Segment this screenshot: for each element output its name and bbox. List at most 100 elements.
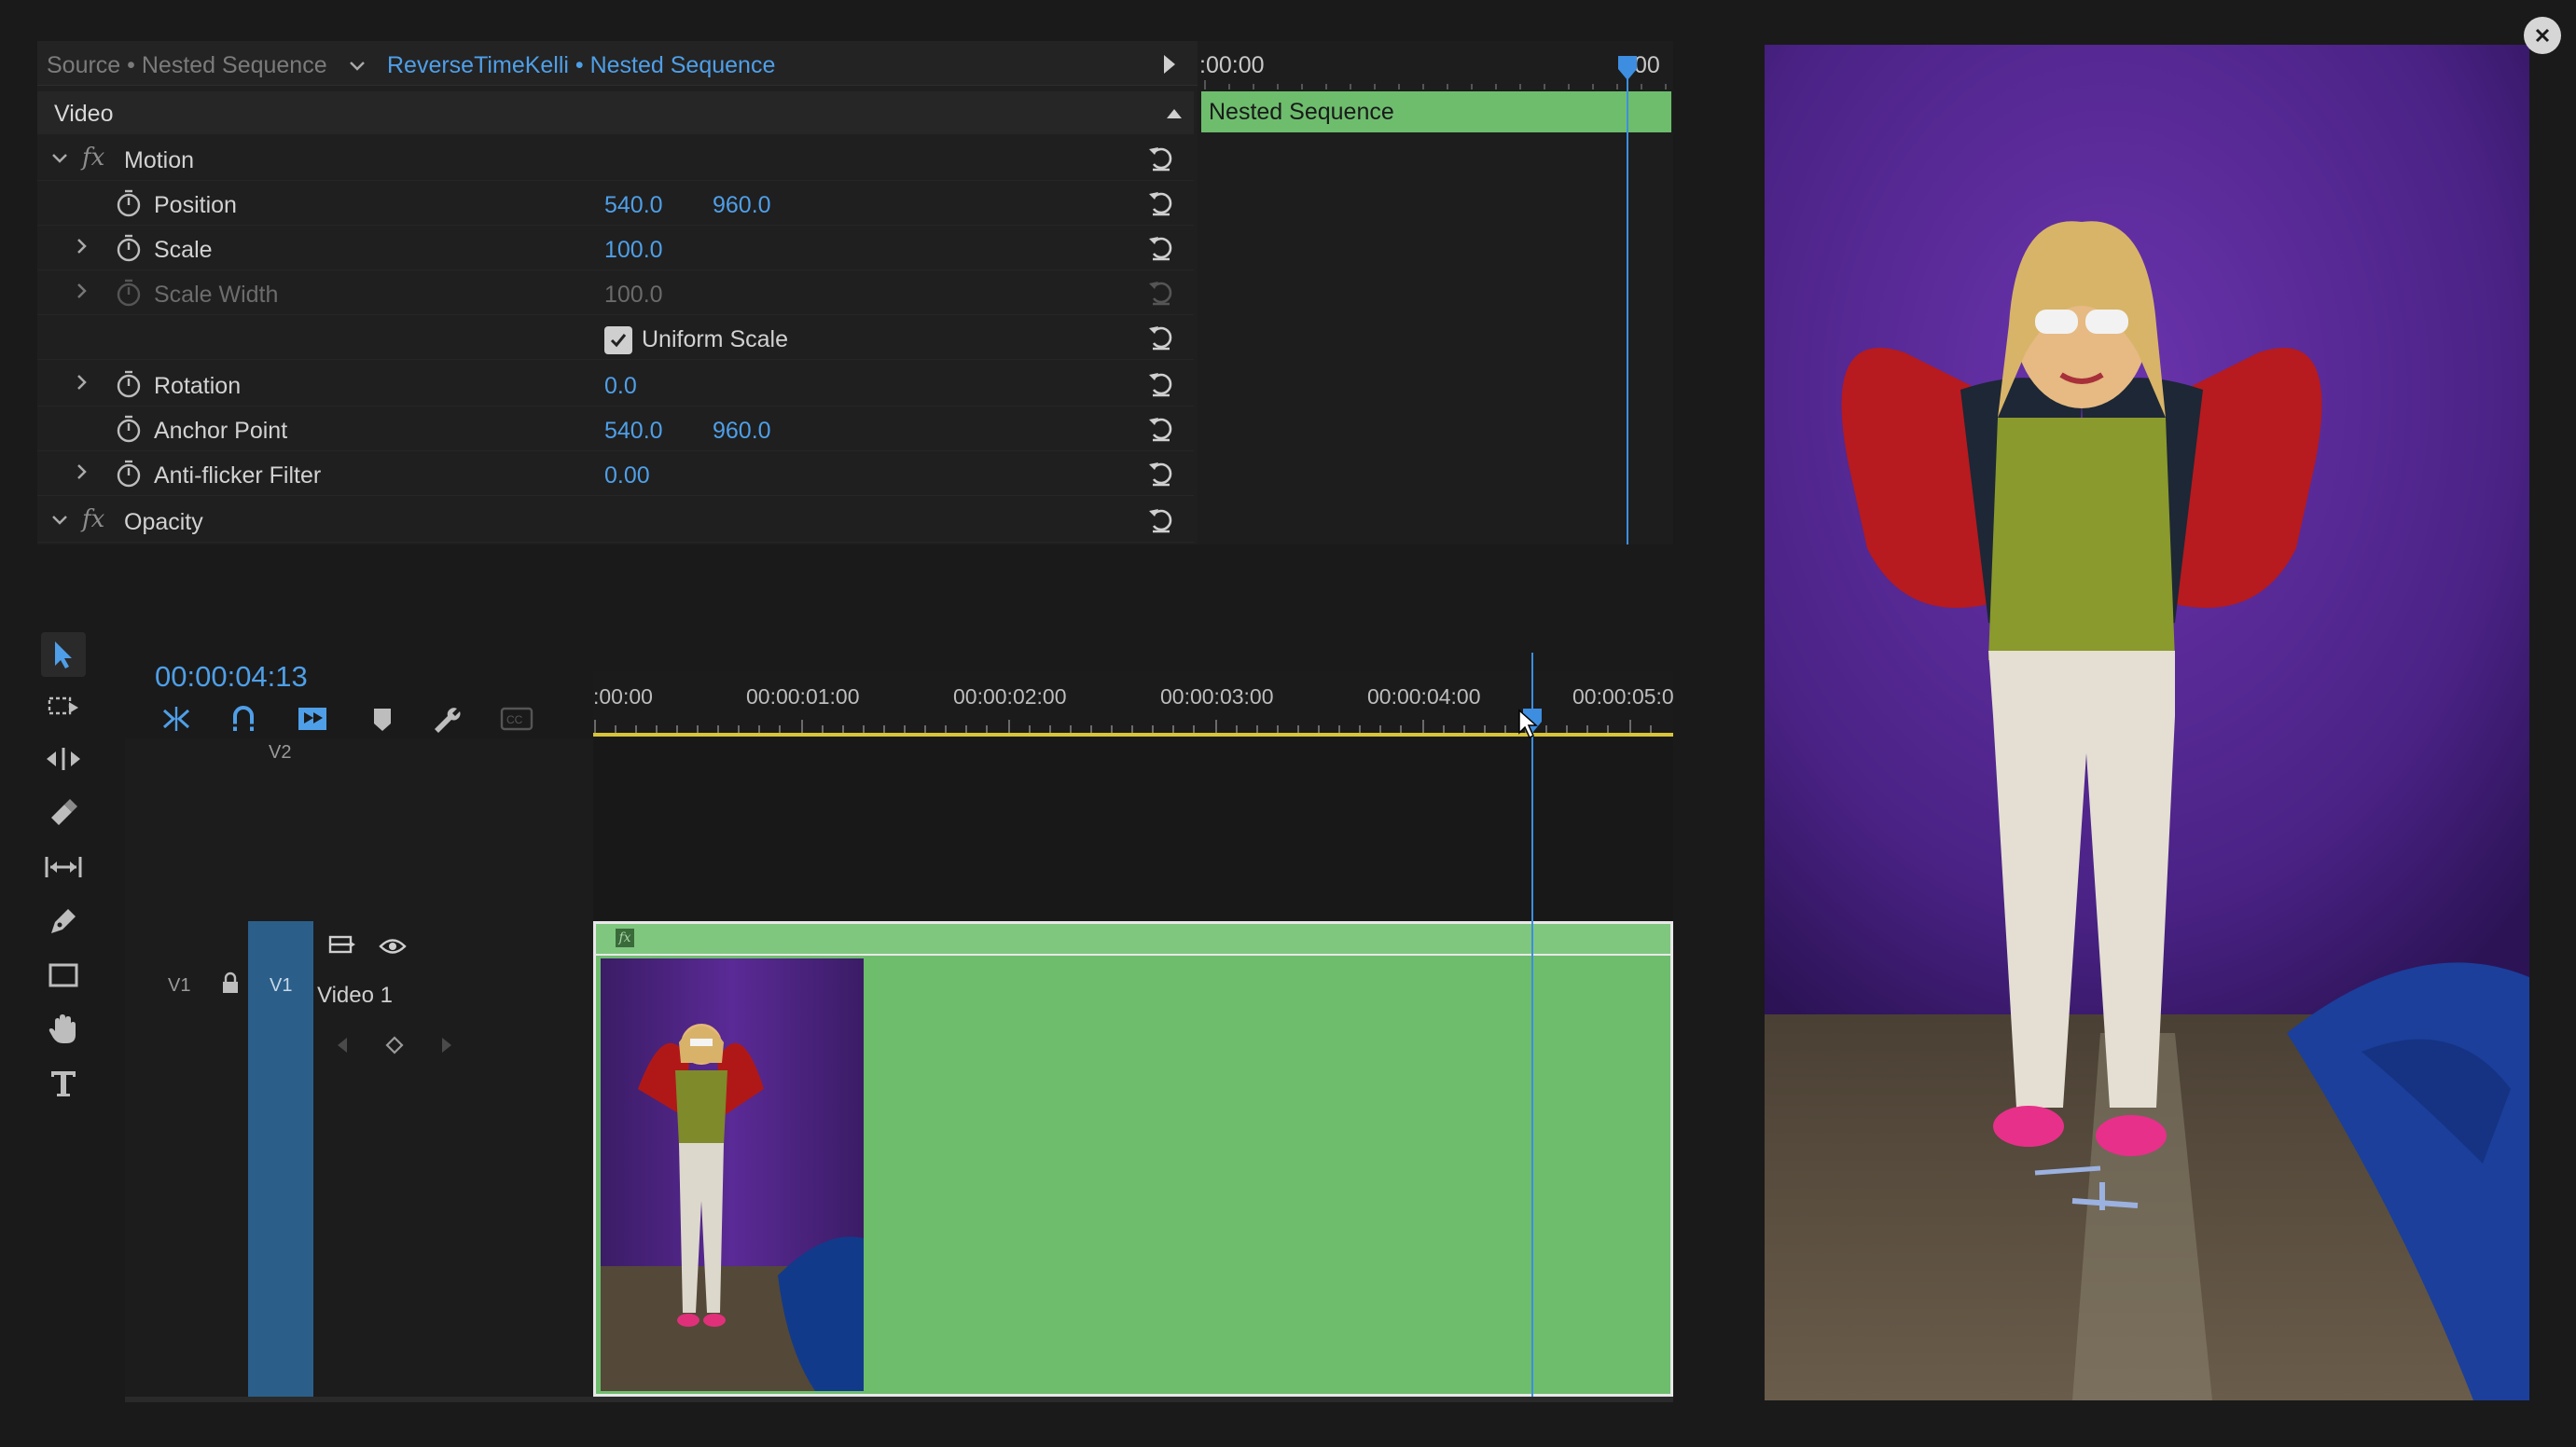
reset-icon[interactable] <box>1145 367 1177 399</box>
anti-flicker-label: Anti-flicker Filter <box>154 462 322 489</box>
previous-keyframe-icon[interactable] <box>334 1035 351 1055</box>
stopwatch-icon[interactable] <box>114 459 144 489</box>
fx-badge-icon: fx <box>616 929 634 947</box>
clip-header <box>596 924 1670 956</box>
type-tool[interactable] <box>41 1061 86 1106</box>
track-v2[interactable] <box>593 738 1673 919</box>
mouse-cursor-icon <box>1517 709 1539 740</box>
expand-chevron-icon[interactable] <box>50 149 69 168</box>
ripple-edit-tool[interactable] <box>41 737 86 781</box>
uniform-scale-label: Uniform Scale <box>642 326 788 352</box>
reset-icon[interactable] <box>1145 412 1177 444</box>
add-marker-icon[interactable] <box>297 705 330 733</box>
stopwatch-icon[interactable] <box>114 233 144 263</box>
stopwatch-icon[interactable] <box>114 188 144 218</box>
track-label-v1: V1 <box>168 975 191 996</box>
rectangle-icon <box>48 963 78 987</box>
uniform-scale-row[interactable]: Uniform Scale <box>37 315 1194 360</box>
slip-tool[interactable] <box>41 845 86 889</box>
pen-tool[interactable] <box>41 899 86 944</box>
track-select-tool[interactable] <box>41 684 86 729</box>
track-name-v1[interactable]: Video 1 <box>317 983 393 1009</box>
reset-icon[interactable] <box>1145 231 1177 263</box>
scale-row[interactable]: Scale 100.0 <box>37 226 1194 270</box>
video-section-label: Video <box>54 101 114 127</box>
expand-chevron-icon[interactable] <box>50 511 69 530</box>
play-triangle-icon[interactable] <box>1160 52 1179 76</box>
next-keyframe-icon[interactable] <box>438 1035 455 1055</box>
anti-flicker-row[interactable]: Anti-flicker Filter 0.00 <box>37 451 1194 496</box>
keyframe-icon[interactable] <box>384 1035 405 1055</box>
ruler-label: :00:00 <box>593 684 653 709</box>
selection-tool[interactable] <box>41 632 86 677</box>
stopwatch-icon[interactable] <box>114 414 144 444</box>
anti-flicker-value[interactable]: 0.00 <box>604 462 650 489</box>
mini-timeline-ruler[interactable] <box>1201 78 1671 90</box>
mini-timeline-start-time: :00:00 <box>1199 52 1265 78</box>
expand-chevron-icon[interactable] <box>75 462 90 481</box>
reset-icon[interactable] <box>1145 503 1177 535</box>
captions-icon[interactable]: CC <box>500 707 533 731</box>
source-label[interactable]: Source • Nested Sequence <box>47 52 327 79</box>
reset-icon[interactable] <box>1145 321 1177 352</box>
stopwatch-icon[interactable] <box>114 369 144 399</box>
rotation-row[interactable]: Rotation 0.0 <box>37 362 1194 407</box>
track-label-v2: V2 <box>269 742 292 763</box>
hand-icon <box>48 1014 76 1043</box>
expand-chevron-icon[interactable] <box>75 237 90 255</box>
timeline-timecode[interactable]: 00:00:04:13 <box>155 660 308 694</box>
anchor-point-y-value[interactable]: 960.0 <box>713 418 771 445</box>
timeline-scrollbar[interactable] <box>125 1397 1673 1402</box>
opacity-effect-row[interactable]: fx Opacity <box>37 498 1194 543</box>
ruler-label: 00:00:02:00 <box>953 684 1067 709</box>
motion-effect-row[interactable]: fx Motion <box>37 136 1194 181</box>
anchor-point-x-value[interactable]: 540.0 <box>604 418 663 445</box>
ruler-label: 00:00:03:00 <box>1160 684 1274 709</box>
close-button[interactable] <box>2524 17 2561 54</box>
position-row[interactable]: Position 540.0 960.0 <box>37 181 1194 226</box>
position-y-value[interactable]: 960.0 <box>713 192 771 219</box>
ruler-label: 00:00:01:00 <box>746 684 860 709</box>
ripple-edit-icon <box>47 748 80 770</box>
rectangle-tool[interactable] <box>41 953 86 998</box>
marker-icon[interactable] <box>371 707 394 733</box>
scale-width-label: Scale Width <box>154 282 279 308</box>
expand-chevron-icon[interactable] <box>75 373 90 392</box>
anchor-point-label: Anchor Point <box>154 418 288 444</box>
scale-width-value: 100.0 <box>604 282 663 308</box>
uniform-scale-checkbox[interactable] <box>604 326 632 354</box>
snap-icon[interactable] <box>160 705 192 733</box>
slip-icon <box>45 857 82 877</box>
close-icon <box>2535 28 2550 43</box>
expand-chevron-icon[interactable] <box>75 282 90 300</box>
type-icon <box>51 1071 76 1096</box>
program-monitor-frame[interactable] <box>1765 45 2529 1400</box>
lock-icon[interactable] <box>220 972 241 996</box>
sequence-title[interactable]: ReverseTimeKelli • Nested Sequence <box>387 52 775 79</box>
position-x-value[interactable]: 540.0 <box>604 192 663 219</box>
mini-playhead-line[interactable] <box>1627 65 1628 544</box>
rotation-label: Rotation <box>154 373 242 399</box>
chevron-down-icon[interactable] <box>347 56 367 76</box>
hand-tool[interactable] <box>41 1007 86 1052</box>
mini-timeline-clip-label: Nested Sequence <box>1209 99 1394 125</box>
playhead-marker-icon[interactable] <box>1615 54 1640 82</box>
timeline-playhead-line[interactable] <box>1531 653 1533 1399</box>
sync-lock-icon[interactable] <box>328 934 356 957</box>
wrench-icon[interactable] <box>431 705 463 735</box>
scale-value[interactable]: 100.0 <box>604 237 663 264</box>
eye-icon[interactable] <box>379 936 407 957</box>
position-label: Position <box>154 192 237 218</box>
collapse-triangle-icon[interactable] <box>1164 104 1184 121</box>
motion-label: Motion <box>124 147 195 173</box>
reset-icon[interactable] <box>1145 457 1177 489</box>
anchor-point-row[interactable]: Anchor Point 540.0 960.0 <box>37 407 1194 451</box>
rotation-value[interactable]: 0.0 <box>604 373 637 400</box>
reset-icon[interactable] <box>1145 186 1177 218</box>
track-header-v2[interactable] <box>125 738 593 919</box>
work-area-bar[interactable] <box>593 733 1673 737</box>
linked-selection-icon[interactable] <box>229 705 257 733</box>
reset-icon[interactable] <box>1145 142 1177 173</box>
fx-badge-icon: fx <box>82 505 105 533</box>
razor-tool[interactable] <box>41 791 86 835</box>
